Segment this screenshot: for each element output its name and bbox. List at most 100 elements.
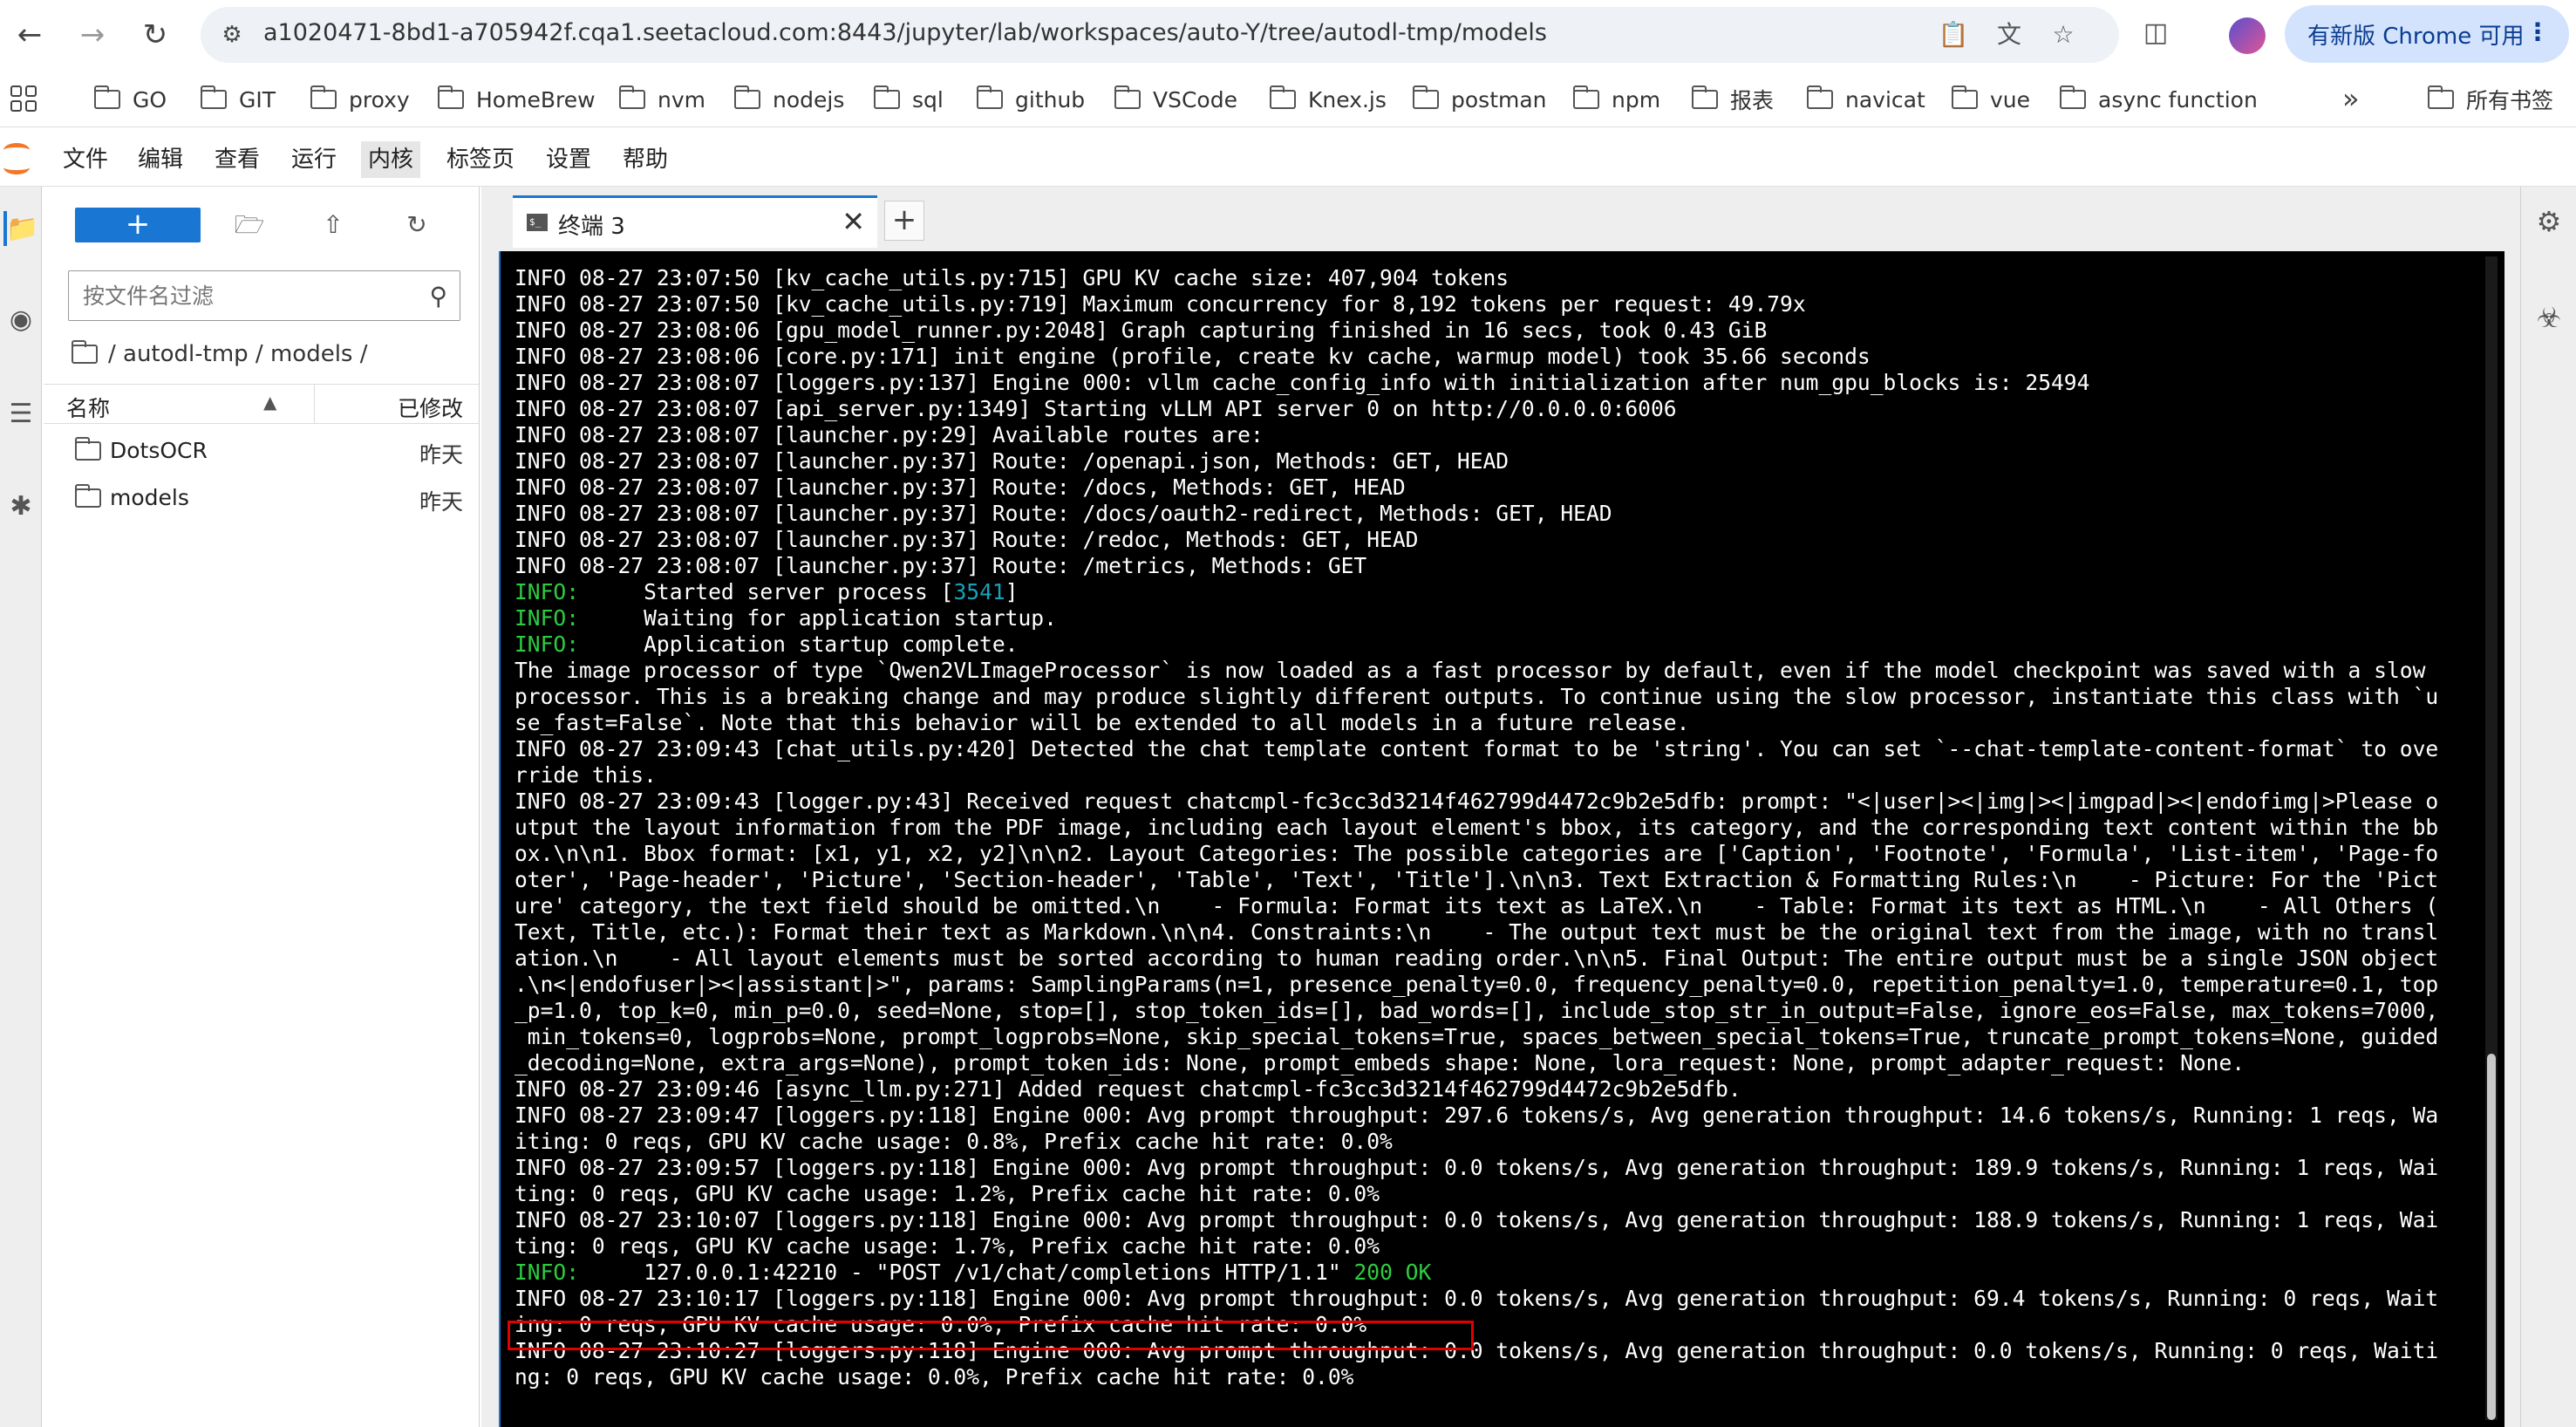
refresh-icon[interactable]: ↻: [399, 209, 434, 241]
terminal-line: INFO 08-27 23:09:57 [loggers.py:118] Eng…: [515, 1155, 2485, 1181]
extension-manager-icon[interactable]: ✱: [3, 488, 38, 523]
scrollbar-thumb[interactable]: [2487, 1054, 2496, 1420]
add-tab-button[interactable]: +: [884, 201, 924, 241]
bookmark-label: navicat: [1845, 86, 1925, 113]
extensions-icon[interactable]: ◫: [2138, 17, 2173, 52]
bookmark-github[interactable]: github: [976, 84, 1086, 115]
column-modified-header[interactable]: 已修改: [398, 392, 463, 423]
folder-icon[interactable]: [71, 340, 98, 364]
site-settings-icon[interactable]: ⚙: [218, 21, 246, 49]
menu-settings[interactable]: 设置: [539, 141, 598, 178]
jupyter-menubar: 文件 编辑 查看 运行 内核 标签页 设置 帮助: [0, 133, 2576, 187]
bookmark-proxy[interactable]: proxy: [310, 84, 410, 115]
terminal-line: ure' category, the text field should be …: [515, 893, 2485, 919]
bookmark-postman[interactable]: postman: [1412, 84, 1547, 115]
bookmark-npm[interactable]: npm: [1572, 84, 1660, 115]
property-inspector-icon[interactable]: ⚙: [2532, 204, 2566, 239]
chevron-double-right-icon[interactable]: »: [2342, 82, 2360, 115]
terminal-line: iting: 0 reqs, GPU KV cache usage: 0.8%,…: [515, 1129, 2485, 1155]
new-folder-icon[interactable]: 🗁: [232, 209, 267, 241]
bookmark-label: github: [1015, 86, 1086, 113]
file-name: models: [110, 485, 189, 510]
bookmark-vscode[interactable]: VSCode: [1114, 84, 1237, 115]
terminal-text: INFO 08-27 23:10:17 [loggers.py:118] Eng…: [515, 1286, 2439, 1311]
menu-tabs[interactable]: 标签页: [440, 141, 521, 178]
file-browser-icon[interactable]: 📁: [3, 211, 39, 246]
upload-icon[interactable]: ⇧: [316, 209, 351, 241]
more-menu-icon[interactable]: ⋮: [2525, 17, 2550, 46]
terminal-text: INFO 08-27 23:08:07 [launcher.py:37] Rou…: [515, 527, 1419, 552]
sort-ascending-icon[interactable]: ▲: [263, 392, 276, 413]
bookmark-star-icon[interactable]: ☆: [2048, 19, 2079, 51]
terminal-text: Text, Title, etc.): Format their text as…: [515, 919, 2439, 945]
new-launcher-button[interactable]: +: [75, 208, 201, 242]
terminal-output[interactable]: INFO 08-27 23:07:50 [kv_cache_utils.py:7…: [515, 265, 2485, 1390]
terminal-line: INFO 08-27 23:09:46 [async_llm.py:271] A…: [515, 1076, 2485, 1103]
terminal-text: INFO 08-27 23:10:07 [loggers.py:118] Eng…: [515, 1207, 2439, 1232]
column-name-header[interactable]: 名称: [66, 392, 110, 423]
file-row-models[interactable]: models 昨天: [44, 475, 479, 520]
running-sessions-icon[interactable]: ◉: [3, 302, 38, 337]
bookmark-git[interactable]: GIT: [200, 84, 276, 115]
back-icon[interactable]: ←: [9, 14, 51, 56]
terminal-text: Application startup complete.: [579, 632, 1019, 657]
bookmark-nodejs[interactable]: nodejs: [733, 84, 845, 115]
breadcrumb-path[interactable]: / autodl-tmp / models /: [108, 341, 368, 367]
terminal-line: ting: 0 reqs, GPU KV cache usage: 1.2%, …: [515, 1181, 2485, 1207]
column-divider[interactable]: [314, 385, 315, 423]
clipboard-icon[interactable]: 📋: [1938, 19, 1969, 51]
terminal-text: ure' category, the text field should be …: [515, 893, 2439, 918]
bookmark-knexjs[interactable]: Knex.js: [1269, 84, 1387, 115]
terminal-text: INFO 08-27 23:08:07 [api_server.py:1349]…: [515, 396, 1677, 421]
reload-icon[interactable]: ↻: [134, 14, 176, 56]
debugger-icon[interactable]: ☣: [2532, 300, 2566, 335]
terminal-text: ng: 0 reqs, GPU KV cache usage: 0.0%, Pr…: [515, 1364, 1354, 1389]
url-text[interactable]: a1020471-8bd1-a705942f.cqa1.seetacloud.c…: [263, 19, 1547, 46]
bookmark-sql[interactable]: sql: [873, 84, 944, 115]
profile-avatar[interactable]: [2229, 17, 2266, 54]
menu-edit[interactable]: 编辑: [131, 141, 190, 178]
bookmark-go[interactable]: GO: [93, 84, 167, 115]
bookmark-navicat[interactable]: navicat: [1806, 84, 1925, 115]
all-bookmarks-button[interactable]: 所有书签: [2427, 84, 2554, 115]
terminal-line: ting: 0 reqs, GPU KV cache usage: 1.7%, …: [515, 1233, 2485, 1260]
terminal-text: INFO 08-27 23:08:07 [launcher.py:37] Rou…: [515, 475, 1406, 500]
bookmark-homebrew[interactable]: HomeBrew: [437, 84, 596, 115]
folder-icon: [618, 85, 645, 109]
folder-icon: [1114, 85, 1141, 109]
tab-terminal-3[interactable]: $_ 终端 3 ✕: [513, 195, 877, 248]
terminal-panel[interactable]: INFO 08-27 23:07:50 [kv_cache_utils.py:7…: [499, 251, 2504, 1427]
terminal-text: _p=1.0, top_k=0, min_p=0.0, seed=None, s…: [515, 998, 2439, 1023]
file-row-dotsocr[interactable]: DotsOCR 昨天: [44, 427, 479, 473]
bookmark-async-function[interactable]: async function: [2059, 84, 2258, 115]
terminal-text: ting: 0 reqs, GPU KV cache usage: 1.2%, …: [515, 1181, 1380, 1206]
bookmark-label: nodejs: [773, 86, 845, 113]
menu-kernel[interactable]: 内核: [361, 141, 421, 178]
terminal-text: INFO 08-27 23:07:50 [kv_cache_utils.py:7…: [515, 265, 1509, 290]
menu-view[interactable]: 查看: [208, 141, 267, 178]
terminal-line: INFO 08-27 23:08:07 [launcher.py:37] Rou…: [515, 501, 2485, 527]
folder-icon: [873, 85, 900, 109]
close-icon[interactable]: ✕: [842, 205, 865, 238]
translate-icon[interactable]: 文: [1993, 19, 2025, 51]
menu-run[interactable]: 运行: [284, 141, 344, 178]
table-of-contents-icon[interactable]: ☰: [3, 396, 38, 431]
terminal-text: rride this.: [515, 762, 657, 788]
terminal-text: ting: 0 reqs, GPU KV cache usage: 1.7%, …: [515, 1233, 1380, 1259]
bookmark-nvm[interactable]: nvm: [618, 84, 705, 115]
menu-file[interactable]: 文件: [56, 141, 115, 178]
terminal-scrollbar[interactable]: [2485, 256, 2498, 1420]
folder-icon: [1572, 85, 1599, 109]
menu-help[interactable]: 帮助: [616, 141, 675, 178]
terminal-line: ation.\n - All layout elements must be s…: [515, 946, 2485, 972]
apps-grid-icon[interactable]: [10, 85, 37, 112]
bookmark-reports[interactable]: 报表: [1691, 84, 1774, 115]
forward-icon[interactable]: →: [72, 14, 113, 56]
folder-icon: [1806, 85, 1833, 109]
address-bar[interactable]: ⚙ a1020471-8bd1-a705942f.cqa1.seetacloud…: [201, 7, 2119, 63]
chrome-update-button[interactable]: 有新版 Chrome 可用 ⋮: [2285, 5, 2569, 63]
folder-icon: [310, 85, 337, 109]
file-filter-input[interactable]: [69, 271, 418, 320]
bookmark-vue[interactable]: vue: [1951, 84, 2030, 115]
all-bookmarks-label: 所有书签: [2466, 88, 2554, 113]
